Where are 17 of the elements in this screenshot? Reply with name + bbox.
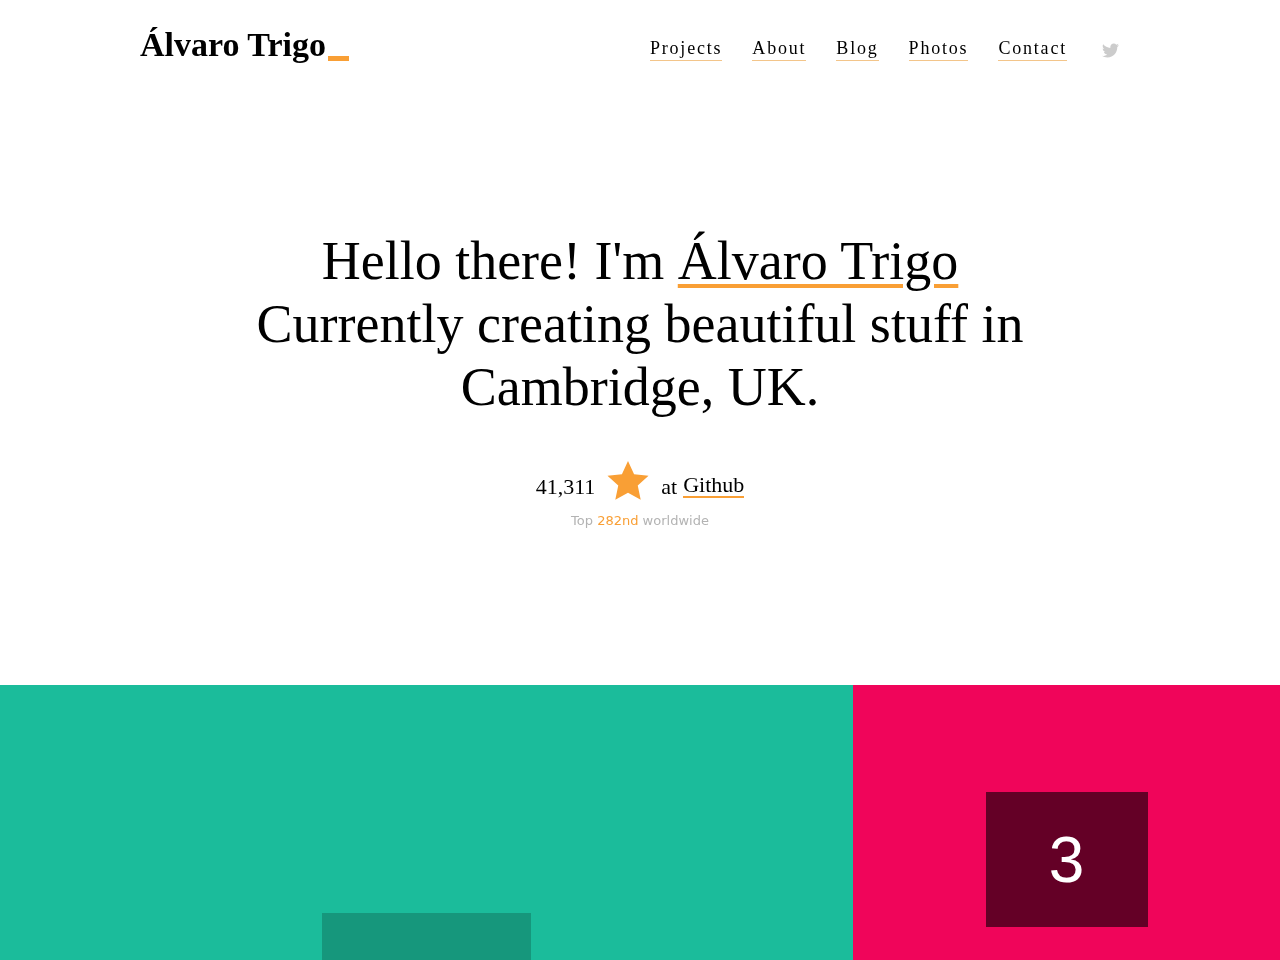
site-logo[interactable]: Álvaro Trigo xyxy=(140,28,327,62)
star-count: 41,311 xyxy=(535,472,596,501)
star-icon xyxy=(607,461,650,501)
nav-link[interactable]: Photos xyxy=(908,39,969,61)
nav-link[interactable]: About xyxy=(752,39,807,61)
github-link[interactable]: Github xyxy=(683,474,745,498)
twitter-icon[interactable] xyxy=(1101,41,1120,59)
nav-link[interactable]: Blog xyxy=(836,39,879,61)
nav-link[interactable]: Contact xyxy=(998,39,1067,61)
nav-link[interactable]: Projects xyxy=(649,39,723,61)
ranking-text: Top 282nd worldwide xyxy=(571,512,709,530)
github-label: at xyxy=(661,472,678,501)
cursor-icon xyxy=(328,56,350,61)
name-link[interactable]: Álvaro Trigo xyxy=(677,230,959,293)
number-tile: 3 xyxy=(985,792,1148,927)
hero-heading: Hello there! I'm Álvaro Trigo xyxy=(321,230,959,293)
hero-tagline: Currently creating beautiful stuff in Cambridge, UK. xyxy=(255,293,1025,419)
